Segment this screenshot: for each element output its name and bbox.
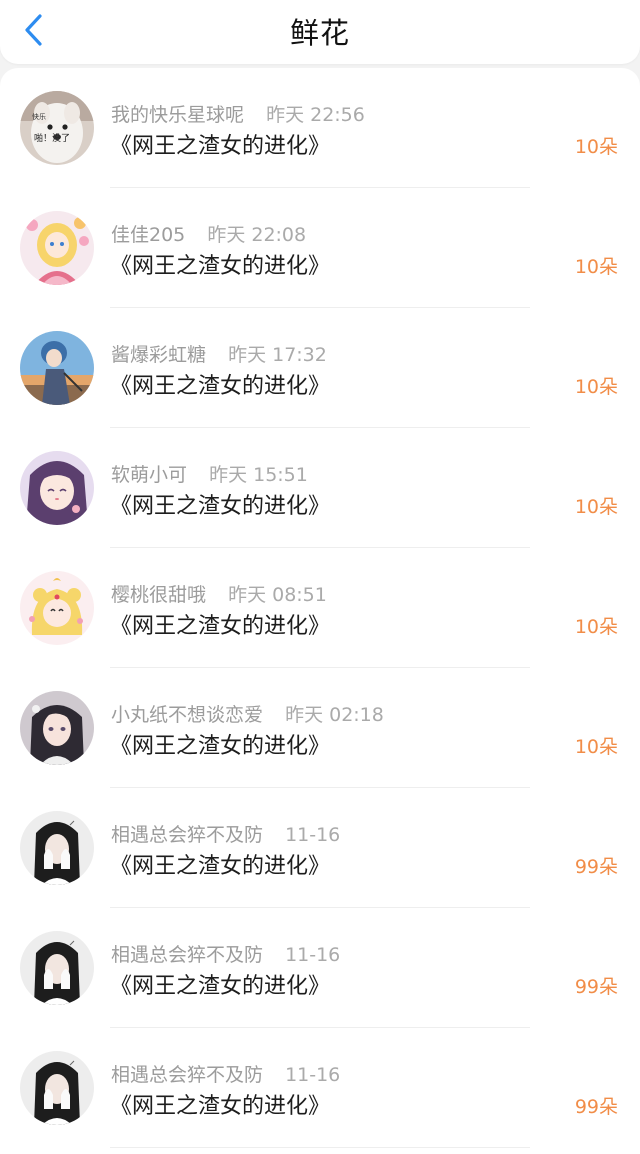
flower-count: 99朵 xyxy=(574,1096,618,1118)
book-title[interactable]: 《网王之渣女的进化》 xyxy=(110,968,330,1000)
list-item[interactable]: 快乐 啪！没了 我的快乐星球呢 昨天 22:56 《网王之渣女的进化》 10朵 xyxy=(0,68,640,188)
book-title[interactable]: 《网王之渣女的进化》 xyxy=(110,1088,330,1120)
book-title[interactable]: 《网王之渣女的进化》 xyxy=(110,848,330,880)
user-name[interactable]: 软萌小可 xyxy=(111,464,187,486)
user-name[interactable]: 樱桃很甜哦 xyxy=(111,584,206,606)
divider xyxy=(110,1147,530,1148)
book-title[interactable]: 《网王之渣女的进化》 xyxy=(110,368,330,400)
list-item[interactable]: 酱爆彩虹糖 昨天 17:32 《网王之渣女的进化》 10朵 xyxy=(0,308,640,428)
timestamp: 11-16 xyxy=(285,824,341,846)
avatar[interactable] xyxy=(20,331,94,405)
list-item[interactable]: 软萌小可 昨天 15:51 《网王之渣女的进化》 10朵 xyxy=(0,428,640,548)
timestamp: 昨天 15:51 xyxy=(209,464,308,486)
avatar[interactable] xyxy=(20,571,94,645)
user-name[interactable]: 酱爆彩虹糖 xyxy=(111,344,206,366)
timestamp: 昨天 22:08 xyxy=(207,224,307,246)
list-item[interactable]: 佳佳205 昨天 22:08 《网王之渣女的进化》 10朵 xyxy=(0,188,640,308)
list-item[interactable]: 小丸纸不想谈恋爱 昨天 02:18 《网王之渣女的进化》 10朵 xyxy=(0,668,640,788)
book-title[interactable]: 《网王之渣女的进化》 xyxy=(110,608,330,640)
user-name[interactable]: 相遇总会猝不及防 xyxy=(111,824,263,846)
flower-count: 10朵 xyxy=(574,496,618,518)
avatar-caption: 啪！没了 xyxy=(34,132,70,143)
timestamp: 昨天 22:56 xyxy=(266,104,365,126)
flower-list: 快乐 啪！没了 我的快乐星球呢 昨天 22:56 《网王之渣女的进化》 10朵 xyxy=(0,68,640,1154)
avatar[interactable]: 快乐 啪！没了 xyxy=(20,91,94,165)
book-title[interactable]: 《网王之渣女的进化》 xyxy=(110,128,330,160)
book-title[interactable]: 《网王之渣女的进化》 xyxy=(110,488,330,520)
flower-count: 99朵 xyxy=(574,856,618,878)
book-title[interactable]: 《网王之渣女的进化》 xyxy=(110,248,330,280)
avatar[interactable] xyxy=(20,211,94,285)
timestamp: 昨天 17:32 xyxy=(228,344,327,366)
avatar[interactable] xyxy=(20,451,94,525)
avatar[interactable] xyxy=(20,691,94,765)
timestamp: 11-16 xyxy=(285,944,341,966)
user-name[interactable]: 小丸纸不想谈恋爱 xyxy=(111,704,263,726)
avatar[interactable] xyxy=(20,931,94,1005)
user-name[interactable]: 我的快乐星球呢 xyxy=(111,104,244,126)
timestamp: 昨天 02:18 xyxy=(285,704,384,726)
avatar-caption: 快乐 xyxy=(32,112,46,121)
flower-count: 99朵 xyxy=(574,976,618,998)
list-item[interactable]: 樱桃很甜哦 昨天 08:51 《网王之渣女的进化》 10朵 xyxy=(0,548,640,668)
page-title: 鲜花 xyxy=(289,16,350,50)
top-nav-bar: 鲜花 xyxy=(0,0,640,64)
timestamp: 昨天 08:51 xyxy=(228,584,327,606)
flower-count: 10朵 xyxy=(574,736,618,758)
user-name[interactable]: 佳佳205 xyxy=(111,224,185,246)
user-name[interactable]: 相遇总会猝不及防 xyxy=(111,944,263,966)
timestamp: 11-16 xyxy=(285,1064,341,1086)
flower-count: 10朵 xyxy=(574,136,618,158)
book-title[interactable]: 《网王之渣女的进化》 xyxy=(110,728,330,760)
flower-count: 10朵 xyxy=(574,256,618,278)
user-name[interactable]: 相遇总会猝不及防 xyxy=(111,1064,263,1086)
list-item[interactable]: 相遇总会猝不及防 11-16 《网王之渣女的进化》 99朵 xyxy=(0,1028,640,1148)
list-item[interactable]: 相遇总会猝不及防 11-16 《网王之渣女的进化》 99朵 xyxy=(0,788,640,908)
flower-count: 10朵 xyxy=(574,616,618,638)
list-item[interactable]: 相遇总会猝不及防 11-16 《网王之渣女的进化》 99朵 xyxy=(0,908,640,1028)
flower-count: 10朵 xyxy=(574,376,618,398)
avatar[interactable] xyxy=(20,1051,94,1125)
avatar[interactable] xyxy=(20,811,94,885)
